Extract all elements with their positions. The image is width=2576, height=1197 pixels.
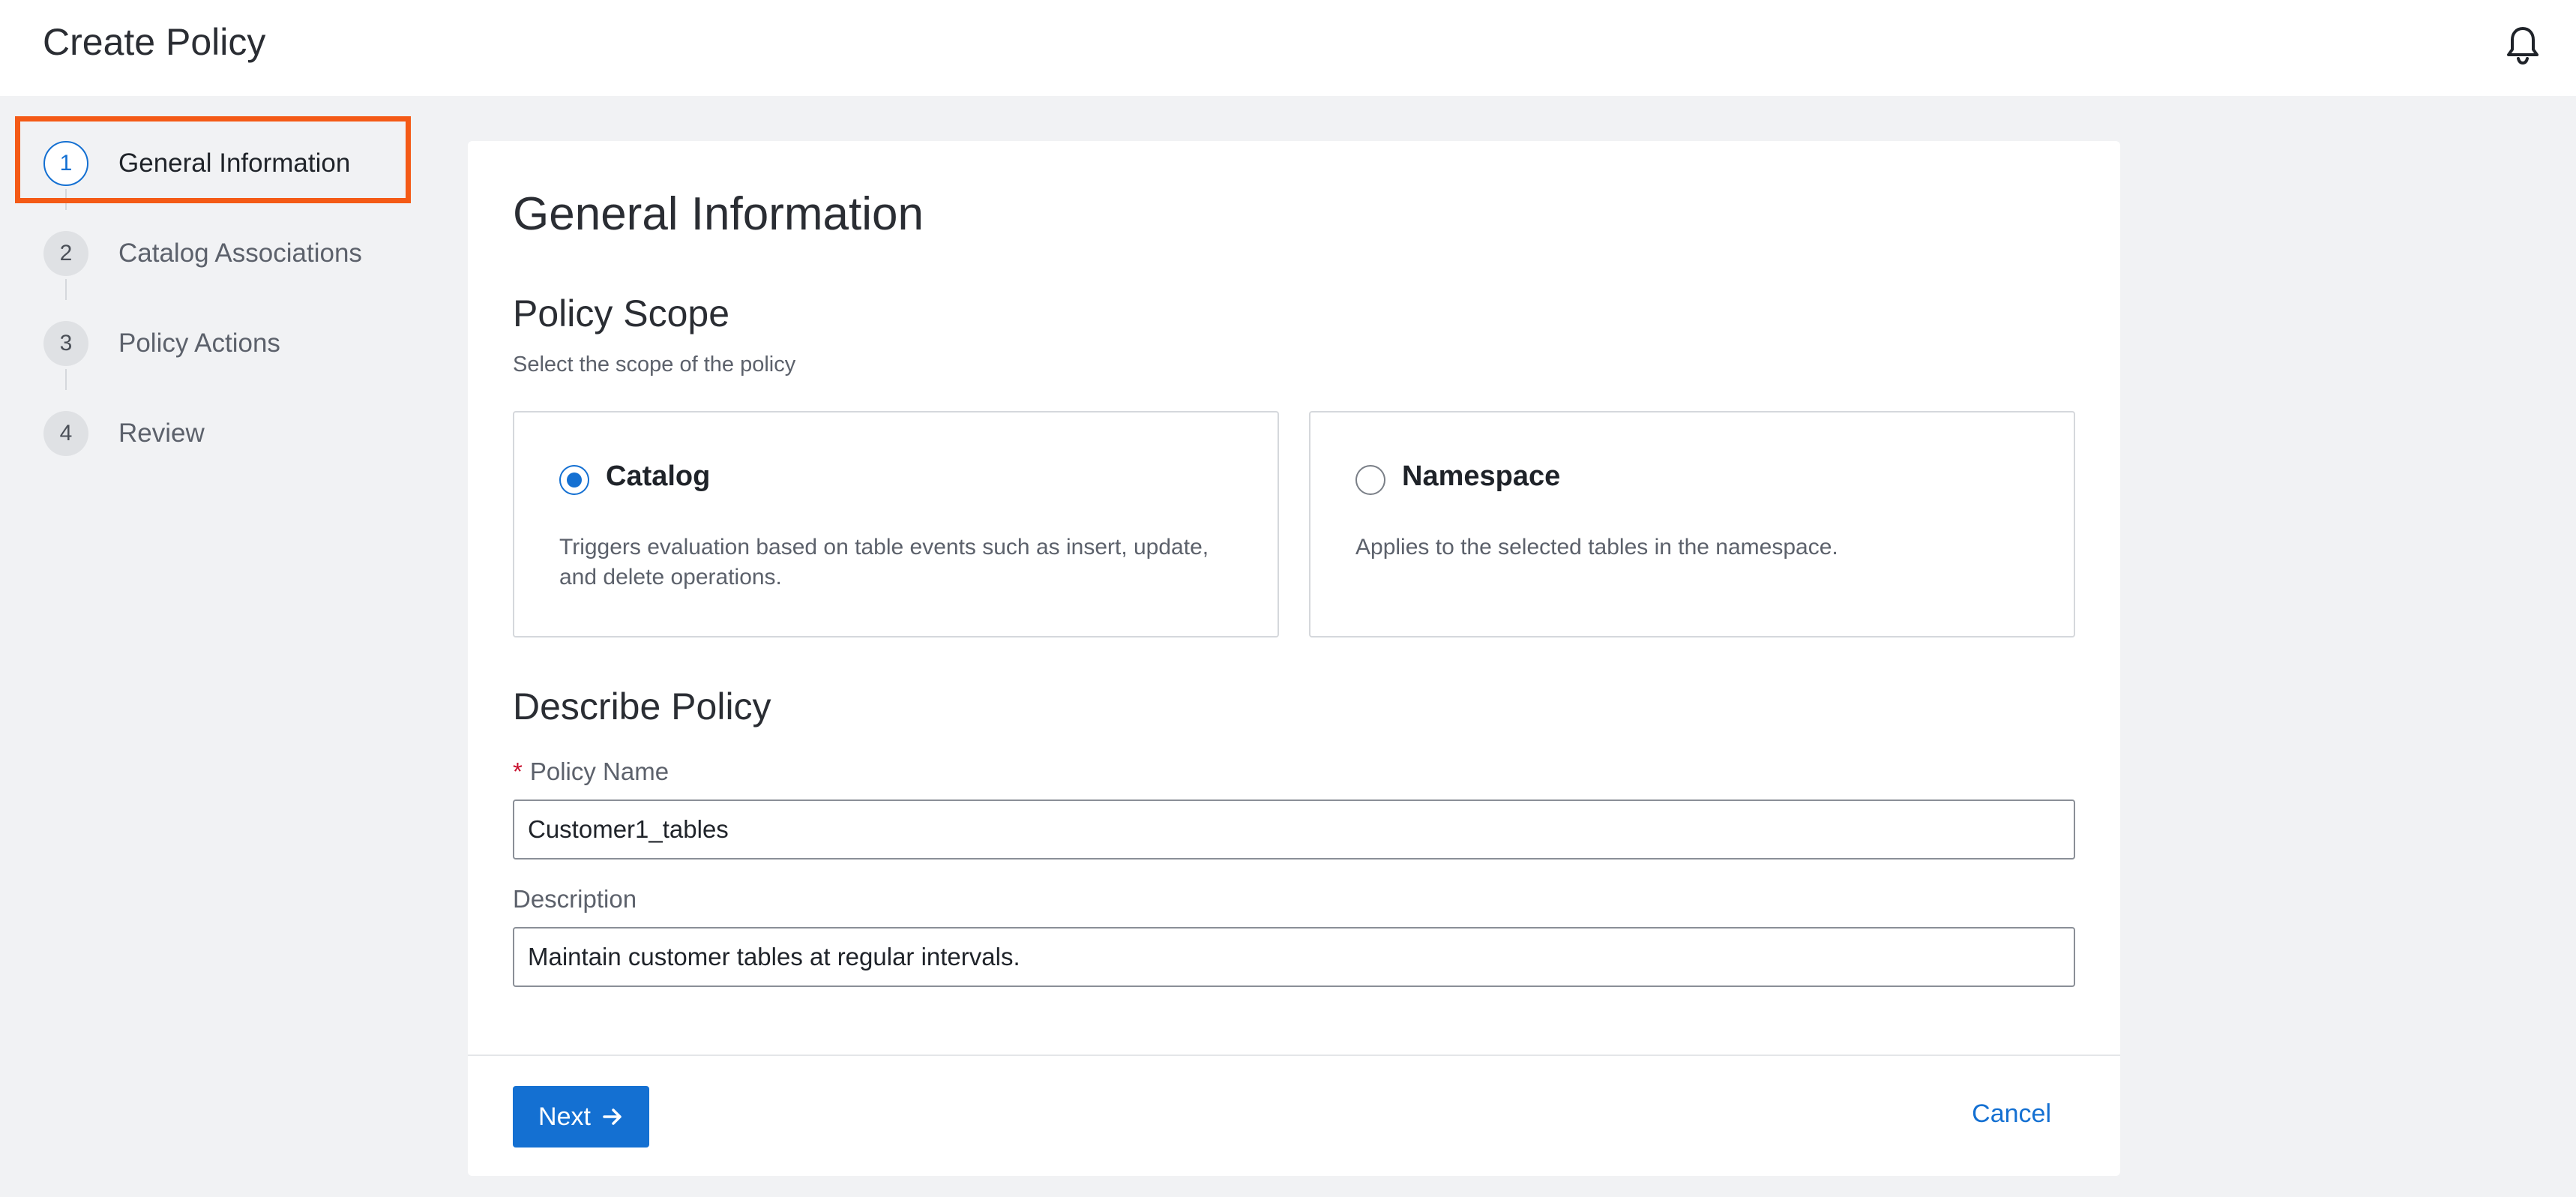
card-title: General Information — [513, 188, 924, 240]
footer-divider — [468, 1054, 2120, 1056]
step-number: 2 — [43, 231, 88, 276]
general-information-card: General Information Policy Scope Select … — [468, 141, 2120, 1176]
describe-policy-title: Describe Policy — [513, 686, 771, 728]
step-connector — [65, 279, 67, 300]
description-input[interactable] — [513, 927, 2075, 987]
policy-name-label: * Policy Name — [513, 758, 669, 786]
page-title: Create Policy — [43, 21, 266, 63]
scope-option-catalog[interactable]: Catalog Triggers evaluation based on tab… — [513, 411, 1279, 638]
policy-scope-subtitle: Select the scope of the policy — [513, 352, 796, 376]
policy-scope-title: Policy Scope — [513, 292, 730, 334]
step-policy-actions[interactable]: 3 Policy Actions — [43, 320, 280, 367]
step-review[interactable]: 4 Review — [43, 410, 205, 457]
scope-option-description: Triggers evaluation based on table event… — [559, 535, 1209, 590]
catalog-radio[interactable] — [559, 465, 589, 495]
step-connector — [65, 189, 67, 210]
top-bar: Create Policy — [0, 0, 2576, 96]
scope-option-name: Catalog — [606, 460, 711, 492]
bell-icon[interactable] — [2506, 26, 2540, 65]
namespace-radio[interactable] — [1355, 465, 1385, 495]
step-label: Policy Actions — [118, 328, 280, 358]
step-label: Catalog Associations — [118, 238, 362, 268]
step-number: 1 — [43, 141, 88, 186]
next-button[interactable]: Next — [513, 1086, 649, 1148]
step-number: 3 — [43, 321, 88, 366]
step-general-information[interactable]: 1 General Information — [43, 140, 350, 187]
scope-option-namespace[interactable]: Namespace Applies to the selected tables… — [1309, 411, 2075, 638]
step-label: General Information — [118, 148, 351, 178]
policy-name-label-text: Policy Name — [529, 758, 669, 785]
next-button-label: Next — [538, 1102, 591, 1131]
step-connector — [65, 369, 67, 390]
policy-name-input[interactable] — [513, 800, 2075, 860]
step-number: 4 — [43, 411, 88, 456]
step-catalog-associations[interactable]: 2 Catalog Associations — [43, 230, 362, 277]
description-label: Description — [513, 885, 637, 913]
step-label: Review — [118, 418, 205, 448]
scope-option-name: Namespace — [1402, 460, 1561, 492]
arrow-right-icon — [603, 1108, 622, 1125]
required-mark: * — [513, 758, 523, 785]
scope-option-description: Applies to the selected tables in the na… — [1355, 535, 1838, 560]
cancel-button[interactable]: Cancel — [1972, 1100, 2051, 1129]
